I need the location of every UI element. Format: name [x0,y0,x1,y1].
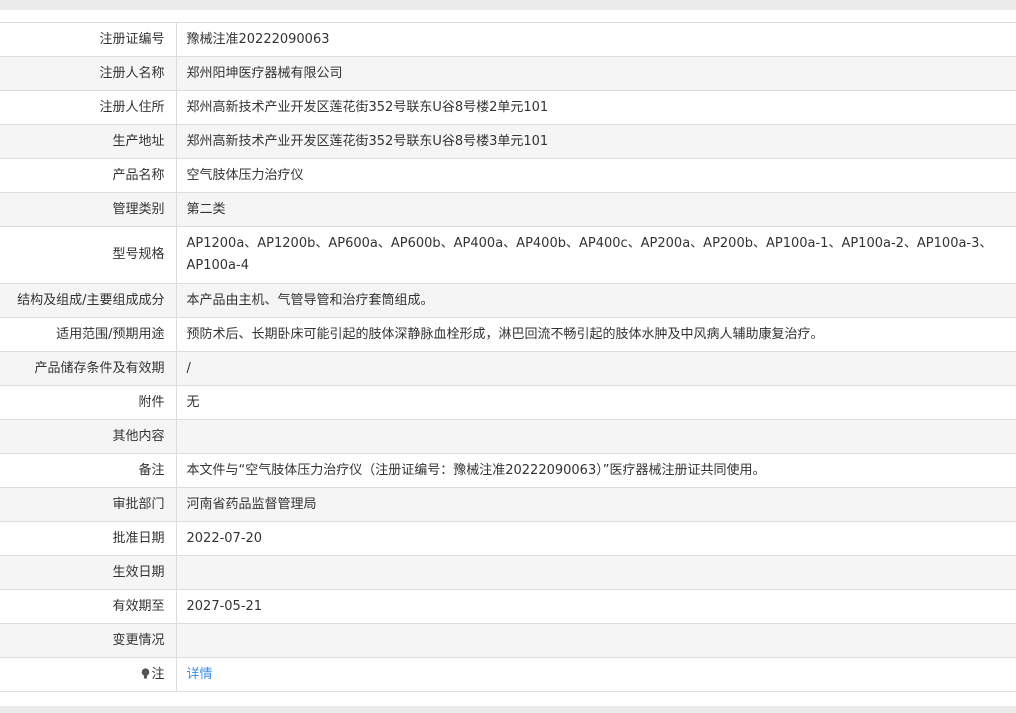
row-label: 附件 [0,385,177,420]
row-value: 2027-05-21 [176,589,1016,624]
table-row: 结构及组成/主要组成成分 本产品由主机、气管导管和治疗套筒组成。 [0,283,1016,318]
row-label: 产品名称 [0,158,177,193]
note-label-cell: 注 [0,657,177,692]
table-row: 产品储存条件及有效期 / [0,351,1016,386]
table-row: 有效期至 2027-05-21 [0,589,1016,624]
table-row: 附件 无 [0,385,1016,420]
row-label: 批准日期 [0,521,177,556]
table-row: 生产地址 郑州高新技术产业开发区莲花街352号联东U谷8号楼3单元101 [0,124,1016,159]
row-label: 注册人住所 [0,90,177,125]
bottom-bar [0,706,1016,713]
row-value [176,623,1016,658]
lightbulb-icon [141,666,150,678]
row-label: 审批部门 [0,487,177,522]
table-row: 其他内容 [0,419,1016,454]
row-value [176,555,1016,590]
table-row: 备注 本文件与“空气肢体压力治疗仪（注册证编号：豫械注准20222090063）… [0,453,1016,488]
row-label: 生产地址 [0,124,177,159]
table-row: 管理类别 第二类 [0,192,1016,227]
row-label: 生效日期 [0,555,177,590]
note-value-cell: 详情 [176,657,1016,692]
top-bar [0,0,1016,10]
row-label: 产品储存条件及有效期 [0,351,177,386]
detail-table: 注册证编号 豫械注准20222090063 注册人名称 郑州阳坤医疗器械有限公司… [0,22,1016,692]
table-row: 产品名称 空气肢体压力治疗仪 [0,158,1016,193]
top-gap [0,10,1016,22]
table-row: 变更情况 [0,623,1016,658]
table-row: 生效日期 [0,555,1016,590]
row-label: 结构及组成/主要组成成分 [0,283,177,318]
table-row: 适用范围/预期用途 预防术后、长期卧床可能引起的肢体深静脉血栓形成，淋巴回流不畅… [0,317,1016,352]
row-value: 无 [176,385,1016,420]
row-value [176,419,1016,454]
row-label: 适用范围/预期用途 [0,317,177,352]
row-value: 2022-07-20 [176,521,1016,556]
row-value: 本文件与“空气肢体压力治疗仪（注册证编号：豫械注准20222090063）”医疗… [176,453,1016,488]
row-value: 第二类 [176,192,1016,227]
row-value: 郑州高新技术产业开发区莲花街352号联东U谷8号楼2单元101 [176,90,1016,125]
row-label: 备注 [0,453,177,488]
note-row: 注 详情 [0,657,1016,692]
table-row: 注册人名称 郑州阳坤医疗器械有限公司 [0,56,1016,91]
row-label: 其他内容 [0,419,177,454]
table-row: 批准日期 2022-07-20 [0,521,1016,556]
row-label: 型号规格 [0,226,177,284]
row-value: 本产品由主机、气管导管和治疗套筒组成。 [176,283,1016,318]
row-label: 变更情况 [0,623,177,658]
details-link[interactable]: 详情 [187,667,213,682]
row-label: 管理类别 [0,192,177,227]
table-row: 型号规格 AP1200a、AP1200b、AP600a、AP600b、AP400… [0,226,1016,284]
row-value: 空气肢体压力治疗仪 [176,158,1016,193]
note-label: 注 [151,666,165,682]
row-value: 郑州阳坤医疗器械有限公司 [176,56,1016,91]
row-value: 豫械注准20222090063 [176,22,1016,57]
row-label: 注册证编号 [0,22,177,57]
table-row: 注册证编号 豫械注准20222090063 [0,22,1016,57]
row-value: / [176,351,1016,386]
table-row: 注册人住所 郑州高新技术产业开发区莲花街352号联东U谷8号楼2单元101 [0,90,1016,125]
row-value: 河南省药品监督管理局 [176,487,1016,522]
row-value: 郑州高新技术产业开发区莲花街352号联东U谷8号楼3单元101 [176,124,1016,159]
table-row: 审批部门 河南省药品监督管理局 [0,487,1016,522]
row-value: AP1200a、AP1200b、AP600a、AP600b、AP400a、AP4… [176,226,1016,284]
row-label: 注册人名称 [0,56,177,91]
row-value: 预防术后、长期卧床可能引起的肢体深静脉血栓形成，淋巴回流不畅引起的肢体水肿及中风… [176,317,1016,352]
row-label: 有效期至 [0,589,177,624]
